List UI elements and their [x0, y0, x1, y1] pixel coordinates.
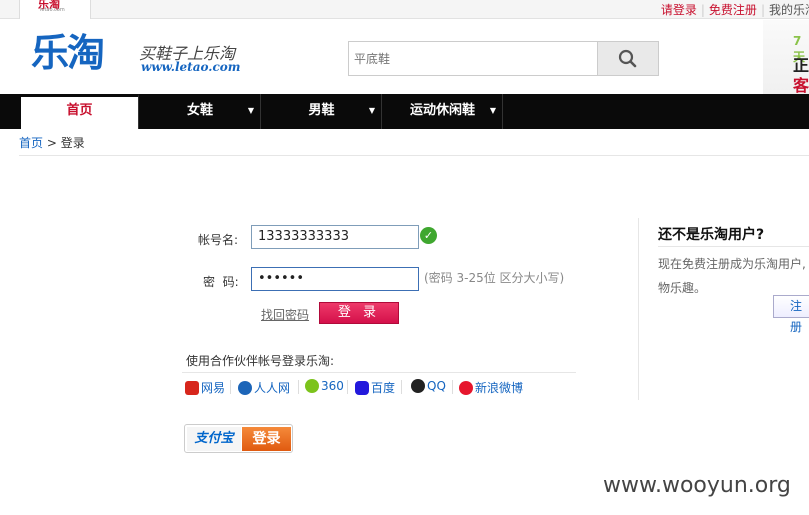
breadcrumb-sep: >: [46, 136, 57, 150]
breadcrumb-home[interactable]: 首页: [19, 136, 43, 150]
nav-item-women[interactable]: 女鞋 ▼: [140, 94, 261, 129]
divider: [19, 155, 809, 156]
search-icon: [618, 49, 637, 68]
mini-logo-url: letao.com: [40, 7, 65, 13]
divider: [452, 380, 453, 394]
partner-login-title: 使用合作伙伴帐号登录乐淘:: [186, 354, 335, 368]
my-account-link[interactable]: 我的乐淘: [769, 3, 809, 17]
renren-icon: [238, 381, 252, 395]
register-panel-line: 现在免费注册成为乐淘用户,: [658, 257, 806, 271]
slogan-url: www.letao.com: [141, 60, 241, 74]
register-panel-text: 现在免费注册成为乐淘用户, 物乐趣。: [658, 252, 809, 300]
partner-baidu[interactable]: 百度: [355, 379, 395, 396]
alipay-logo: 支付宝: [187, 427, 241, 451]
promo-banner[interactable]: 7天 正 客: [763, 20, 809, 95]
divider: [230, 380, 231, 394]
site-logo[interactable]: 乐淘: [31, 34, 105, 72]
caret-down-icon: ▼: [368, 106, 375, 115]
partner-label: 网易: [201, 381, 226, 395]
partner-weibo[interactable]: 新浪微博: [459, 379, 523, 396]
top-links: 请登录|免费注册|我的乐淘: [661, 1, 809, 18]
partner-qq[interactable]: QQ: [411, 379, 446, 393]
netease-icon: [185, 381, 199, 395]
register-panel-title: 还不是乐淘用户?: [658, 227, 765, 243]
nav-item-sport[interactable]: 运动休闲鞋 ▼: [383, 94, 503, 129]
partner-label: QQ: [427, 379, 446, 393]
top-bar: 乐淘 letao.com 请登录|免费注册|我的乐淘: [0, 0, 809, 19]
nav-item-label: 女鞋: [186, 103, 213, 118]
site-tab[interactable]: 乐淘 letao.com: [19, 0, 91, 19]
nav-item-label: 运动休闲鞋: [409, 103, 475, 118]
username-field[interactable]: 13333333333: [251, 225, 419, 249]
qq-icon: [411, 379, 425, 393]
nav-item-label: 首页: [66, 103, 93, 118]
search-box: [348, 41, 659, 76]
username-label: 帐号名:: [198, 233, 239, 247]
divider: [658, 246, 809, 247]
login-button[interactable]: 登 录: [319, 302, 399, 324]
divider: [638, 218, 639, 400]
login-link[interactable]: 请登录: [661, 3, 697, 17]
nav-item-home[interactable]: 首页: [21, 94, 139, 129]
divider: [182, 372, 576, 373]
promo-line-3: 客: [793, 76, 809, 95]
weibo-icon: [459, 381, 473, 395]
baidu-icon: [355, 381, 369, 395]
nav-item-men[interactable]: 男鞋 ▼: [262, 94, 382, 129]
partner-label: 新浪微博: [475, 381, 524, 395]
search-button[interactable]: [597, 42, 658, 75]
divider: [401, 380, 402, 394]
divider: |: [760, 3, 765, 17]
caret-down-icon: ▼: [489, 106, 496, 115]
search-input[interactable]: [349, 42, 598, 75]
register-link[interactable]: 免费注册: [709, 3, 757, 17]
alipay-login-label: 登录: [242, 427, 291, 451]
check-icon: ✓: [420, 227, 437, 244]
divider: [347, 380, 348, 394]
nav-item-label: 男鞋: [308, 103, 335, 118]
password-field[interactable]: ••••••: [251, 267, 419, 291]
register-button[interactable]: 注册: [773, 295, 809, 334]
alipay-login-button[interactable]: 支付宝 登录: [184, 424, 293, 453]
watermark: www.wooyun.org: [603, 473, 791, 498]
partner-renren[interactable]: 人人网: [238, 379, 290, 396]
partner-label: 人人网: [254, 381, 291, 395]
partner-label: 百度: [371, 381, 396, 395]
forgot-password-link[interactable]: 找回密码: [261, 306, 309, 323]
360-icon: [305, 379, 319, 393]
partner-360[interactable]: 360: [305, 379, 344, 393]
divider: [298, 380, 299, 394]
password-label: 密 码:: [203, 275, 239, 289]
breadcrumb: 首页 > 登录: [19, 134, 85, 151]
partner-netease[interactable]: 网易: [185, 379, 225, 396]
caret-down-icon: ▼: [247, 106, 254, 115]
divider: |: [700, 3, 705, 17]
password-hint: (密码 3-25位 区分大小写): [424, 271, 565, 285]
partner-label: 360: [321, 379, 344, 393]
main-nav: 首页 女鞋 ▼ 男鞋 ▼ 运动休闲鞋 ▼: [0, 94, 809, 129]
breadcrumb-current: 登录: [60, 136, 85, 150]
